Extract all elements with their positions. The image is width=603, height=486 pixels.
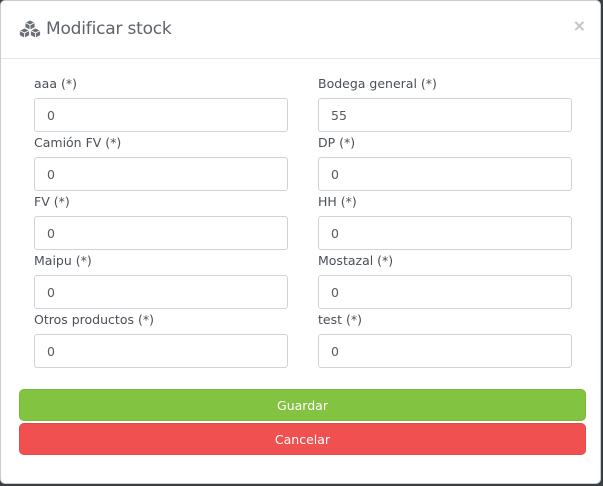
modal-header: Modificar stock ×: [1, 1, 600, 59]
field-input-mostazal[interactable]: [318, 275, 572, 309]
field-input-fv[interactable]: [34, 216, 288, 250]
cancel-button[interactable]: Cancelar: [19, 423, 586, 455]
field-input-dp[interactable]: [318, 157, 572, 191]
field-input-hh[interactable]: [318, 216, 572, 250]
modify-stock-modal: Modificar stock × aaa (*) Bodega general…: [0, 0, 601, 484]
cubes-icon: [18, 19, 42, 39]
field-input-bodega-general[interactable]: [318, 98, 572, 132]
field-label-aaa: aaa (*): [34, 76, 77, 91]
modal-title: Modificar stock: [46, 19, 172, 39]
field-label-camion-fv: Camión FV (*): [34, 135, 122, 150]
save-button[interactable]: Guardar: [19, 389, 586, 421]
field-input-aaa[interactable]: [34, 98, 288, 132]
field-input-test[interactable]: [318, 334, 572, 368]
field-label-test: test (*): [318, 312, 362, 327]
field-input-otros-productos[interactable]: [34, 334, 288, 368]
field-label-otros-productos: Otros productos (*): [34, 312, 154, 327]
close-button[interactable]: ×: [573, 16, 586, 36]
field-label-maipu: Maipu (*): [34, 253, 92, 268]
field-label-bodega-general: Bodega general (*): [318, 76, 437, 91]
field-input-camion-fv[interactable]: [34, 157, 288, 191]
field-label-fv: FV (*): [34, 194, 70, 209]
field-input-maipu[interactable]: [34, 275, 288, 309]
field-label-dp: DP (*): [318, 135, 356, 150]
field-label-hh: HH (*): [318, 194, 357, 209]
field-label-mostazal: Mostazal (*): [318, 253, 394, 268]
